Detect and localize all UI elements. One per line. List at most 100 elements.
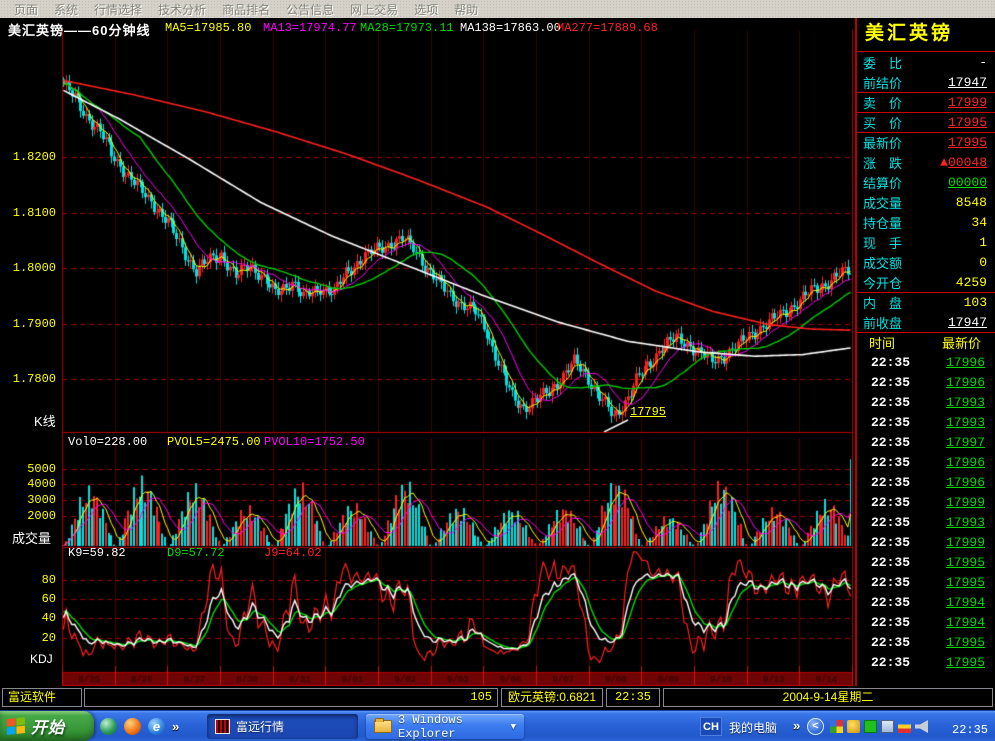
tick-row: 22:35 17999 [857,532,995,552]
language-indicator[interactable]: CH [700,717,722,736]
quote-label: 成交量 [863,193,902,212]
desktop-toolbar-label[interactable]: 我的电脑 [729,719,777,736]
quote-row: 结算价 00000 [857,172,995,192]
tick-price: 17993 [946,395,985,410]
y-axis-tick: 1.8200 [0,150,56,164]
tick-time: 22:35 [871,495,910,510]
app-name-box: 富远软件 [2,688,82,707]
quote-value: 17999 [948,95,987,110]
quote-label: 买 价 [863,113,902,132]
tick-list-header: 时间 最新价 [857,332,995,352]
tick-time: 22:35 [871,575,910,590]
tick-row: 22:35 17996 [857,452,995,472]
menu-item[interactable]: 系统 [46,1,86,18]
quote-row: 卖 价 17999 [857,92,995,112]
menu-item[interactable]: 帮助 [446,1,486,18]
menu-item[interactable]: 选项 [406,1,446,18]
tick-price: 17996 [946,475,985,490]
quote-label: 卖 价 [863,93,902,112]
ma13-legend: MA13=17974.77 [263,21,357,35]
y-axis-tick: 2000 [0,509,56,523]
tick-row: 22:35 17995 [857,572,995,592]
volume-tray-icon[interactable] [915,720,928,733]
tick-row: 22:35 17996 [857,472,995,492]
tick-price: 17995 [946,555,985,570]
tick-row: 22:35 17993 [857,512,995,532]
grid-tray-icon[interactable] [830,720,843,733]
tick-time: 22:35 [871,415,910,430]
tick-time: 22:35 [871,635,910,650]
taskbar-button-fuyuan[interactable]: 富远行情 [207,714,358,739]
quote-value: 34 [971,215,987,230]
y-axis-tick: 80 [0,573,56,587]
y-axis-tick: 20 [0,631,56,645]
tick-price: 17995 [946,635,985,650]
quote-value: 8548 [956,195,987,210]
menu-item[interactable]: 公告信息 [278,1,342,18]
y-axis-tick: 5000 [0,462,56,476]
k-value-label: K9=59.82 [68,546,126,560]
tick-time: 22:35 [871,515,910,530]
quote-label: 结算价 [863,173,902,192]
quote-label: 持仓量 [863,213,902,232]
tick-price: 17996 [946,455,985,470]
toolbar-overflow-chevron[interactable]: » [793,718,800,733]
pvol5-label: PVOL5=2475.00 [167,435,261,449]
menu-item[interactable]: 网上交易 [342,1,406,18]
dropdown-arrow-icon: ▼ [511,722,516,732]
tick-price: 17995 [946,575,985,590]
quote-row: 涨 跌 ▲00048 [857,152,995,172]
quote-value: 17995 [948,115,987,130]
network-monitor-tray-icon[interactable] [881,720,894,733]
taskbar-button-explorer-group[interactable]: 3 Windows Explorer ▼ [366,714,524,739]
ma28-legend: MA28=17973.11 [360,21,454,35]
y-axis-tick: 1.7800 [0,372,56,386]
colorful-app-tray-icon[interactable] [898,720,911,733]
quote-value: ▲00048 [940,155,987,170]
tick-time: 22:35 [871,555,910,570]
menu-item[interactable]: 技术分析 [150,1,214,18]
quote-panel: 美汇英镑 委 比 - 前结价 17947 卖 价 17999 买 价 17995 [855,18,995,686]
internet-explorer-icon[interactable] [148,718,165,735]
quote-label: 前结价 [863,73,902,92]
status-bar: 富远软件 105 欧元英镑:0.6821 22:35 2004-9-14星期二 [0,686,995,710]
menu-item[interactable]: 行情选择 [86,1,150,18]
tick-row: 22:35 17996 [857,372,995,392]
quote-label: 内 盘 [863,293,902,312]
start-label: 开始 [31,714,65,738]
menu-item[interactable]: 页面 [6,1,46,18]
quote-row: 今开仓 4259 [857,272,995,292]
low-price-annotation: 17795 [630,405,666,419]
quote-label: 成交额 [863,253,902,272]
quote-row: 成交额 0 [857,252,995,272]
tick-row: 22:35 17994 [857,612,995,632]
taskbar-clock[interactable]: 22:35 上 [952,720,995,737]
tick-list: 22:35 17996 22:35 17996 22:35 17993 22:3… [857,352,995,672]
start-button[interactable]: 开始 [0,711,94,741]
tick-time: 22:35 [871,615,910,630]
vol-value-label: Vol0=228.00 [68,435,147,449]
quote-row: 委 比 - [857,52,995,72]
hide-tray-icons-button[interactable]: < [807,718,824,735]
quote-row: 最新价 17995 [857,132,995,152]
quote-label: 委 比 [863,53,902,72]
quick-launch-overflow-chevron[interactable]: » [172,719,179,734]
status-time-box: 22:35 [606,688,660,707]
menu-bar: 页面 系统 行情选择 技术分析 商品排名 公告信息 网上交易 选项 帮助 [0,0,995,18]
quote-value: 0 [979,255,987,270]
tick-price: 17999 [946,535,985,550]
menu-item[interactable]: 商品排名 [214,1,278,18]
quote-row: 前结价 17947 [857,72,995,92]
chart-canvas[interactable] [0,18,856,686]
tick-row: 22:35 17993 [857,412,995,432]
quote-row: 持仓量 34 [857,212,995,232]
green-square-tray-icon[interactable] [864,720,877,733]
chart-title: 美汇英镑——60分钟线 [8,20,150,39]
status-count-box: 105 [84,688,498,707]
yellow-tray-icon[interactable] [847,720,860,733]
chart-region: 美汇英镑——60分钟线 MA5=17985.80 MA13=17974.77 M… [0,18,856,686]
tick-price: 17997 [946,435,985,450]
internet-globe-icon[interactable] [100,718,117,735]
tick-time: 22:35 [871,455,910,470]
media-player-icon[interactable] [124,718,141,735]
